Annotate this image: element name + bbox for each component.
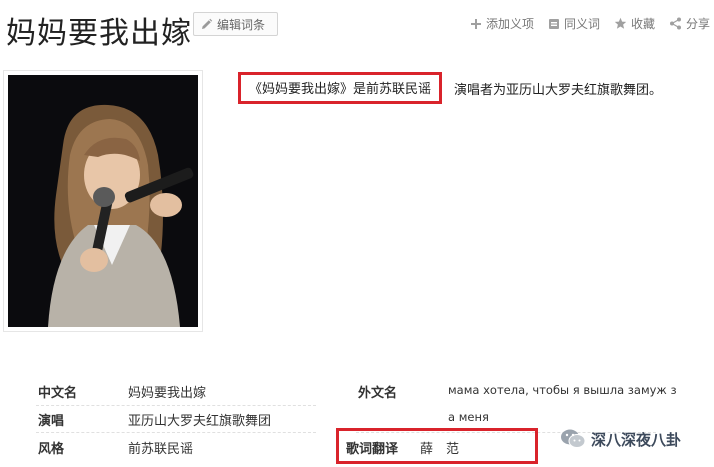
summary-highlight: 《妈妈要我出嫁》是前苏联民谣 xyxy=(238,72,443,104)
style-value: 前苏联民谣 xyxy=(128,442,194,457)
star-icon xyxy=(614,17,627,29)
watermark-text: 深八深夜八卦 xyxy=(591,430,682,449)
watermark: 深八深夜八卦 xyxy=(560,428,681,450)
style-label: 风格 xyxy=(38,442,65,457)
album-image[interactable] xyxy=(3,70,203,332)
foreign-name-label: 外文名 xyxy=(358,386,398,401)
wechat-icon xyxy=(561,429,586,448)
add-meaning-label: 添加义项 xyxy=(485,17,534,31)
singer-photo xyxy=(8,75,198,327)
favorite-button[interactable]: 收藏 xyxy=(614,15,655,32)
plus-icon xyxy=(470,18,481,29)
synonym-button[interactable]: 同义词 xyxy=(548,15,600,32)
singer-value[interactable]: 亚历山大罗夫红旗歌舞团 xyxy=(128,410,271,429)
chinese-name-value: 妈妈要我出嫁 xyxy=(128,386,207,401)
synonym-label: 同义词 xyxy=(563,17,600,31)
summary-rest: 演唱者为亚历山大罗夫红旗歌舞团。 xyxy=(454,82,663,98)
edit-entry-button[interactable]: 编辑词条 xyxy=(193,12,278,36)
favorite-label: 收藏 xyxy=(630,17,655,31)
edit-entry-label: 编辑词条 xyxy=(217,17,266,32)
summary-text: 《妈妈要我出嫁》是前苏联民谣 演唱者为亚历山大罗夫红旗歌舞团。 xyxy=(238,72,662,104)
singer-label: 演唱 xyxy=(38,414,65,429)
foreign-name-value-line2: а меня xyxy=(448,410,489,424)
share-label: 分享 xyxy=(685,17,710,31)
info-divider xyxy=(36,432,316,433)
add-meaning-button[interactable]: 添加义项 xyxy=(470,15,534,32)
header-actions: 添加义项 同义词 收藏 分享 xyxy=(470,15,710,32)
share-button[interactable]: 分享 xyxy=(669,15,710,32)
singer-photo-illustration xyxy=(8,75,198,327)
foreign-name-value-line1: мама хотела, чтобы я вышла замуж з xyxy=(448,383,677,397)
info-divider xyxy=(36,405,316,406)
document-icon xyxy=(548,18,559,29)
share-icon xyxy=(669,17,681,30)
page-title: 妈妈要我出嫁 xyxy=(6,16,192,51)
pencil-icon xyxy=(202,18,213,29)
translation-highlight-box xyxy=(336,428,538,464)
chinese-name-label: 中文名 xyxy=(38,386,78,401)
